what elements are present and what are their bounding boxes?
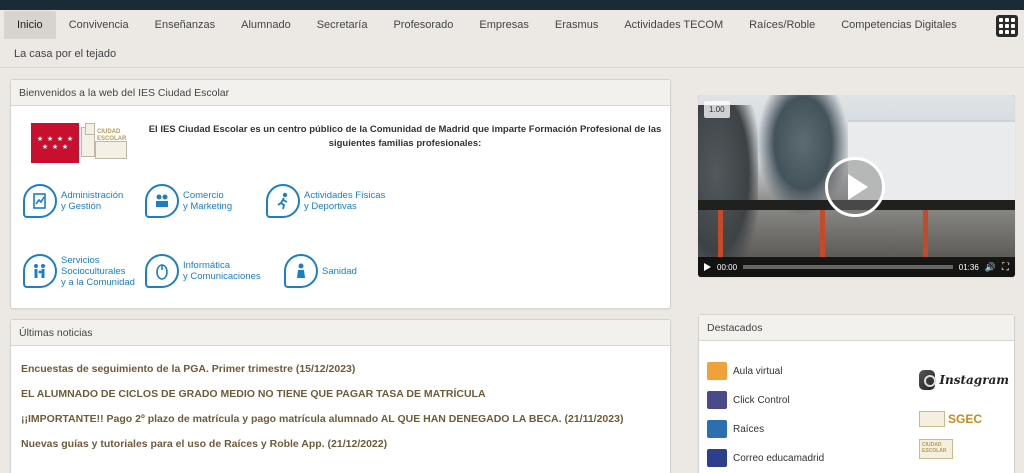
family-link-4[interactable]: Servicios Socioculturales y a la Comunidad <box>23 254 135 288</box>
family-label-line: y Deportivas <box>304 201 357 212</box>
nav-item-actividades-tecom[interactable]: Actividades TECOM <box>611 11 736 39</box>
family-label: Servicios Socioculturales y a la Comunidad <box>61 255 135 288</box>
nav-item-empresas[interactable]: Empresas <box>466 11 542 39</box>
moodle-icon <box>707 362 727 380</box>
nav-item-raíces-roble[interactable]: Raíces/Roble <box>736 11 828 39</box>
family-label-line: Informática <box>183 260 230 271</box>
video-badge: 1.00 <box>704 101 730 118</box>
nav-item-erasmus[interactable]: Erasmus <box>542 11 611 39</box>
volume-icon[interactable]: 🔊 <box>985 262 996 273</box>
featured-link-label: Raíces <box>733 423 765 435</box>
raices-icon <box>707 420 727 438</box>
family-label-line: Administración <box>61 190 124 201</box>
ciudad-escolar-logo: CIUDAD ESCOLAR <box>81 123 133 163</box>
family-label-line: y Comunicaciones <box>183 271 261 282</box>
news-item[interactable]: Encuestas de seguimiento de la PGA. Prim… <box>21 362 660 376</box>
nav-item-inicio[interactable]: Inicio <box>4 11 56 39</box>
instagram-link[interactable]: Instagram <box>919 365 1009 395</box>
news-item[interactable]: ¡¡IMPORTANTE!! Pago 2º plazo de matrícul… <box>21 412 660 426</box>
welcome-panel: Bienvenidos a la web del IES Ciudad Esco… <box>10 79 671 309</box>
nurse-icon <box>284 254 318 288</box>
family-link-1[interactable]: Administración y Gestión <box>23 184 123 218</box>
nav-item-competencias-digitales[interactable]: Competencias Digitales <box>828 11 970 39</box>
nav-row-secondary: La casa por el tejado <box>0 40 1024 68</box>
tree-shape <box>698 105 758 275</box>
nav-item-secretaría[interactable]: Secretaría <box>304 11 381 39</box>
ciudad-escolar-logo-text: CIUDAD ESCOLAR <box>97 129 127 142</box>
nav-item-profesorado[interactable]: Profesorado <box>380 11 466 39</box>
apps-grid-icon[interactable] <box>996 15 1018 37</box>
control-play-icon[interactable] <box>704 263 711 271</box>
family-label: Comercio y Marketing <box>183 190 232 212</box>
welcome-intro: El IES Ciudad Escolar es un centro públi… <box>148 124 662 149</box>
pillar-shape <box>923 210 928 258</box>
video-player[interactable]: 1.00 00:00 01:36 🔊 ⛶ <box>698 95 1015 277</box>
document-chart-icon <box>23 184 57 218</box>
family-link-2[interactable]: Comercio y Marketing <box>145 184 232 218</box>
family-label-line: y a la Comunidad <box>61 276 135 288</box>
family-label-line: Actividades Físicas <box>304 190 386 201</box>
family-label-line: Socioculturales <box>61 265 126 277</box>
family-label-line: y Marketing <box>183 201 233 212</box>
runner-icon <box>266 184 300 218</box>
people-cart-icon <box>145 184 179 218</box>
news-header: Últimas noticias <box>11 320 670 346</box>
featured-header: Destacados <box>699 315 1014 341</box>
top-bar <box>0 0 1024 10</box>
nav-item-alumnado[interactable]: Alumnado <box>228 11 304 39</box>
welcome-header: Bienvenidos a la web del IES Ciudad Esco… <box>11 80 670 106</box>
pillar-shape <box>718 210 723 258</box>
family-label-line: y Gestión <box>61 201 102 212</box>
current-time: 00:00 <box>717 262 738 272</box>
featured-link-aula-virtual[interactable]: Aula virtual <box>707 357 887 385</box>
news-item[interactable]: Nuevas guías y tutoriales para el uso de… <box>21 437 660 451</box>
featured-link-raíces[interactable]: Raíces <box>707 415 887 443</box>
comunidad-madrid-logo: ★ ★ ★ ★ ★ ★ ★ <box>31 123 79 163</box>
nav-item-enseñanzas[interactable]: Enseñanzas <box>142 11 229 39</box>
family-link-5[interactable]: Informática y Comunicaciones <box>145 254 261 288</box>
news-item[interactable]: EL ALUMNADO DE CICLOS DE GRADO MEDIO NO … <box>21 387 660 401</box>
main-navigation: Inicio Convivencia Enseñanzas Alumnado Secre… <box>0 10 1024 68</box>
news-list: Encuestas de seguimiento de la PGA. Prim… <box>11 346 670 451</box>
sgec-label: SGEC <box>948 412 983 426</box>
play-button[interactable] <box>825 157 885 217</box>
pillar-shape <box>820 210 825 258</box>
family-label: Administración y Gestión <box>61 190 123 212</box>
nav-item-convivencia[interactable]: Convivencia <box>56 11 142 39</box>
nav-item-la-casa-por-el-tejado[interactable]: La casa por el tejado <box>14 40 116 68</box>
duration: 01:36 <box>958 262 979 272</box>
featured-link-correo-educamadrid[interactable]: Correo educamadrid <box>707 444 887 472</box>
family-label-line: Servicios <box>61 254 100 266</box>
family-label: Sanidad <box>322 266 357 277</box>
featured-link-label: Aula virtual <box>733 365 783 377</box>
featured-panel: Destacados Aula virtual Click Control Raíc… <box>698 314 1015 473</box>
progress-bar[interactable] <box>743 265 953 269</box>
family-label-line: Sanidad <box>322 265 357 277</box>
featured-links: Aula virtual Click Control Raíces Correo ed… <box>707 357 887 473</box>
news-panel: Últimas noticias Encuestas de seguimient… <box>10 319 671 473</box>
mail-icon <box>707 449 727 467</box>
family-label: Informática y Comunicaciones <box>183 260 261 282</box>
featured-link-click-control[interactable]: Click Control <box>707 386 887 414</box>
nav-row-primary: Inicio Convivencia Enseñanzas Alumnado Secre… <box>0 10 1024 40</box>
featured-link-label: Click Control <box>733 394 790 406</box>
instagram-label: Instagram <box>939 373 1009 387</box>
featured-link-label: Correo educamadrid <box>733 452 825 464</box>
click-control-icon <box>707 391 727 409</box>
family-link-3[interactable]: Actividades Físicas y Deportivas <box>266 184 385 218</box>
instagram-icon <box>919 370 937 390</box>
fullscreen-icon[interactable]: ⛶ <box>1002 262 1009 273</box>
computer-mouse-icon <box>145 254 179 288</box>
sgec-link[interactable]: SGEC <box>919 407 1009 431</box>
family-label-line: Comercio <box>183 190 224 201</box>
video-controls: 00:00 01:36 🔊 ⛶ <box>698 257 1015 277</box>
family-label: Actividades Físicas y Deportivas <box>304 190 385 212</box>
sgec-logo-icon <box>919 411 945 427</box>
featured-logos: Instagram SGEC CIUDAD ESCOLAR <box>919 365 1009 459</box>
family-icon <box>23 254 57 288</box>
ciudad-escolar-mini-logo[interactable]: CIUDAD ESCOLAR <box>919 439 953 459</box>
family-link-6[interactable]: Sanidad <box>284 254 357 288</box>
